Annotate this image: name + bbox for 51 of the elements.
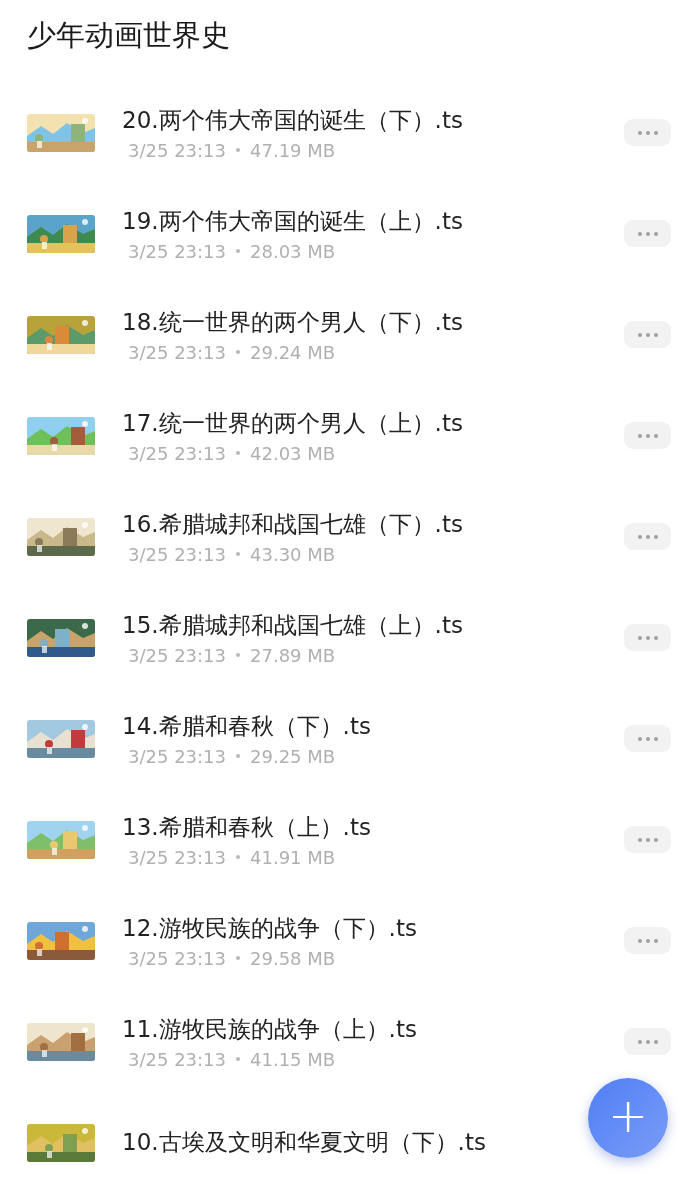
more-button[interactable] [624,321,671,348]
separator-dot [236,855,240,859]
file-name[interactable]: 14.希腊和春秋（下）.ts [122,710,624,742]
file-size: 29.25 MB [250,745,336,767]
file-name[interactable]: 16.希腊城邦和战国七雄（下）.ts [122,508,624,540]
file-date: 3/25 23:13 [128,947,226,969]
file-name[interactable]: 11.游牧民族的战争（上）.ts [122,1013,624,1045]
file-date: 3/25 23:13 [128,846,226,868]
separator-dot [236,249,240,253]
separator-dot [236,653,240,657]
more-button[interactable] [624,523,671,550]
file-date: 3/25 23:13 [128,644,226,666]
separator-dot [236,148,240,152]
more-button[interactable] [624,927,671,954]
file-name[interactable]: 20.两个伟大帝国的诞生（下）.ts [122,104,624,136]
more-button[interactable] [624,119,671,146]
file-date: 3/25 23:13 [128,341,226,363]
more-button[interactable] [624,220,671,247]
separator-dot [236,754,240,758]
file-date: 3/25 23:13 [128,543,226,565]
more-button[interactable] [624,422,671,449]
file-date: 3/25 23:13 [128,139,226,161]
more-button[interactable] [624,725,671,752]
separator-dot [236,956,240,960]
file-name[interactable]: 13.希腊和春秋（上）.ts [122,811,624,843]
file-date: 3/25 23:13 [128,442,226,464]
file-name[interactable]: 12.游牧民族的战争（下）.ts [122,912,624,944]
file-name[interactable]: 17.统一世界的两个男人（上）.ts [122,407,624,439]
file-name[interactable]: 18.统一世界的两个男人（下）.ts [122,306,624,338]
file-size: 43.30 MB [250,543,336,565]
more-button[interactable] [624,1028,671,1055]
file-size: 42.03 MB [250,442,336,464]
separator-dot [236,1057,240,1061]
separator-dot [236,552,240,556]
file-date: 3/25 23:13 [128,745,226,767]
file-name[interactable]: 15.希腊城邦和战国七雄（上）.ts [122,609,624,641]
file-name[interactable]: 19.两个伟大帝国的诞生（上）.ts [122,205,624,237]
file-size: 29.24 MB [250,341,336,363]
more-button[interactable] [624,624,671,651]
file-date: 3/25 23:13 [128,1048,226,1070]
folder-title: 少年动画世界史 [26,17,231,54]
more-button[interactable] [624,826,671,853]
file-date: 3/25 23:13 [128,240,226,262]
file-size: 41.15 MB [250,1048,336,1070]
file-size: 41.91 MB [250,846,336,868]
separator-dot [236,451,240,455]
file-size: 29.58 MB [250,947,336,969]
file-size: 47.19 MB [250,139,336,161]
file-size: 27.89 MB [250,644,336,666]
separator-dot [236,350,240,354]
file-size: 28.03 MB [250,240,336,262]
